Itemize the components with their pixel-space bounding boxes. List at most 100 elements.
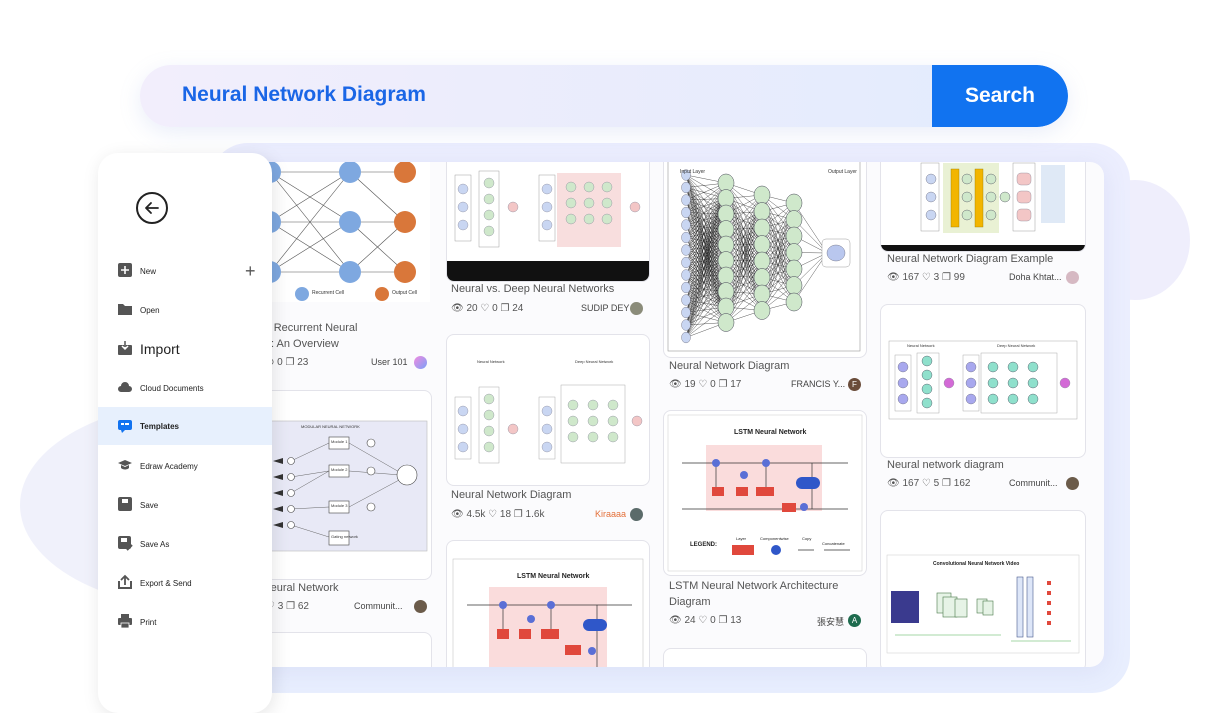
thumbnail-label: Layer [736, 536, 747, 541]
thumbnail-label: Input Layer [680, 169, 706, 175]
thumbnail-label: Deep Neural Network [997, 343, 1036, 348]
template-stats: 👁 24 ♡ 0 ❐ 13 [669, 615, 742, 626]
template-title[interactable]: Diagram [669, 594, 711, 610]
new-icon [118, 263, 132, 277]
author-avatar[interactable] [1066, 477, 1079, 490]
template-thumbnail [888, 340, 1078, 420]
author-avatar[interactable] [1066, 271, 1079, 284]
thumbnail-label: Copy [802, 536, 812, 541]
menu-item-print[interactable]: Print [98, 604, 272, 640]
file-sidebar: New + Open Import Cloud Documents Templa… [98, 153, 272, 713]
menu-item-label: Templates [140, 421, 179, 431]
menu-item-label: Save [140, 500, 159, 510]
template-author[interactable]: Doha Khtat... [1009, 272, 1062, 282]
thumbnail-label: LSTM Neural Network [734, 429, 807, 436]
add-icon[interactable]: + [245, 262, 256, 280]
templates-icon [118, 420, 132, 433]
search-button[interactable]: Search [932, 65, 1068, 127]
menu-item-edraw-academy[interactable]: Edraw Academy [98, 448, 272, 484]
template-author[interactable]: FRANCIS Y... [791, 379, 845, 389]
thumbnail-label: Module 3 [331, 503, 348, 508]
menu-item-open[interactable]: Open [98, 292, 272, 328]
template-thumbnail [447, 170, 649, 281]
thumbnail-label: Componentwise [760, 536, 789, 541]
menu-item-new[interactable]: New + [98, 253, 272, 289]
template-title[interactable]: LSTM Neural Network Architecture [669, 578, 838, 594]
menu-item-label: Open [140, 305, 160, 315]
menu-item-label: Import [140, 341, 180, 357]
arrow-left-icon [145, 202, 159, 214]
template-thumbnail [667, 162, 861, 352]
cloud-icon [118, 382, 132, 392]
thumbnail-label: Recurrent Cell [312, 290, 344, 296]
menu-item-label: Save As [140, 539, 170, 549]
menu-item-export-send[interactable]: Export & Send [98, 565, 272, 601]
template-stats: 👁 4.5k ♡ 18 ❐ 1.6k [451, 509, 545, 520]
author-avatar[interactable]: A [848, 614, 861, 627]
thumbnail-label: Neural Network [907, 343, 935, 348]
thumbnail-label: Module 1 [331, 439, 348, 444]
template-stats: ⊙ 0 ❐ 23 [266, 357, 309, 368]
import-icon [118, 341, 132, 355]
menu-item-label: Edraw Academy [140, 461, 198, 471]
thumbnail-label: Gating network [331, 534, 358, 539]
template-thumbnail [881, 162, 1085, 251]
menu-item-label: Cloud Documents [140, 383, 204, 393]
author-avatar[interactable] [630, 508, 643, 521]
search-input[interactable]: Neural Network Diagram [182, 83, 426, 107]
template-card[interactable]: Neural Network Deep Neural Network [880, 304, 1086, 458]
template-title[interactable]: Neural network diagram [887, 457, 1004, 473]
thumbnail-label: LEGEND: [690, 542, 717, 548]
search-bar: Neural Network Diagram Search [140, 65, 1068, 127]
template-stats: 👁 20 ♡ 0 ❐ 24 [451, 303, 524, 314]
author-avatar[interactable] [414, 356, 427, 369]
template-author[interactable]: SUDIP DEY [581, 303, 629, 313]
author-avatar[interactable]: F [848, 378, 861, 391]
menu-item-save-as[interactable]: Save As [98, 526, 272, 562]
template-card[interactable] [446, 162, 650, 282]
thumbnail-label: Deep Neural Network [575, 359, 614, 364]
thumbnail-label: Output Layer [828, 169, 857, 175]
thumbnail-label: Concatenate [822, 541, 845, 546]
template-title[interactable]: Neural Network Diagram [669, 358, 789, 374]
menu-item-cloud-documents[interactable]: Cloud Documents [98, 370, 272, 406]
thumbnail-label: Output Cell [392, 290, 418, 296]
template-author[interactable]: User 101 [371, 357, 408, 367]
template-author[interactable]: Kiraaaa [595, 509, 626, 519]
template-title[interactable]: Neural Network Diagram [451, 487, 571, 503]
template-author[interactable]: 張安慧 [817, 615, 844, 628]
template-author[interactable]: Communit... [1009, 478, 1058, 488]
template-title[interactable]: Neural vs. Deep Neural Networks [451, 281, 614, 297]
menu-item-templates[interactable]: Templates [98, 407, 272, 445]
menu-item-label: New [140, 266, 157, 276]
template-gallery: Recurrent Cell Output Cell ing Recurrent… [230, 162, 1104, 667]
template-card[interactable]: Neural Network Deep Neural Network [446, 334, 650, 486]
template-author[interactable]: Communit... [354, 601, 403, 611]
template-stats: 👁 19 ♡ 0 ❐ 17 [669, 379, 742, 390]
template-card[interactable]: LSTM Neural Network LEGEND: Layer Compon… [663, 410, 867, 576]
save-icon [118, 497, 132, 511]
template-thumbnail [886, 554, 1080, 654]
thumbnail-label: LSTM Neural Network [517, 573, 590, 580]
menu-item-save[interactable]: Save [98, 487, 272, 523]
template-title[interactable]: Neural Network Diagram Example [887, 251, 1053, 267]
menu-item-label: Print [140, 617, 157, 627]
template-stats: 👁 167 ♡ 5 ❐ 162 [887, 478, 971, 489]
thumbnail-label: MODULAR NEURAL NETWORK [301, 424, 360, 429]
save-as-icon [118, 536, 133, 551]
template-card[interactable] [663, 648, 867, 667]
template-card[interactable] [880, 162, 1086, 252]
academy-icon [118, 460, 132, 470]
export-icon [118, 574, 132, 589]
template-thumbnail [454, 384, 643, 464]
back-button[interactable] [136, 192, 168, 224]
template-thumbnail [452, 558, 644, 667]
thumbnail-label: Convolutional Neural Network Video [933, 561, 1020, 567]
template-card[interactable]: Convolutional Neural Network Video [880, 510, 1086, 667]
template-card[interactable]: Input Layer Output Layer [663, 162, 867, 358]
author-avatar[interactable] [630, 302, 643, 315]
thumbnail-label: Neural Network [477, 359, 505, 364]
template-card[interactable]: LSTM Neural Network [446, 540, 650, 667]
author-avatar[interactable] [414, 600, 427, 613]
menu-item-import[interactable]: Import [98, 331, 272, 367]
